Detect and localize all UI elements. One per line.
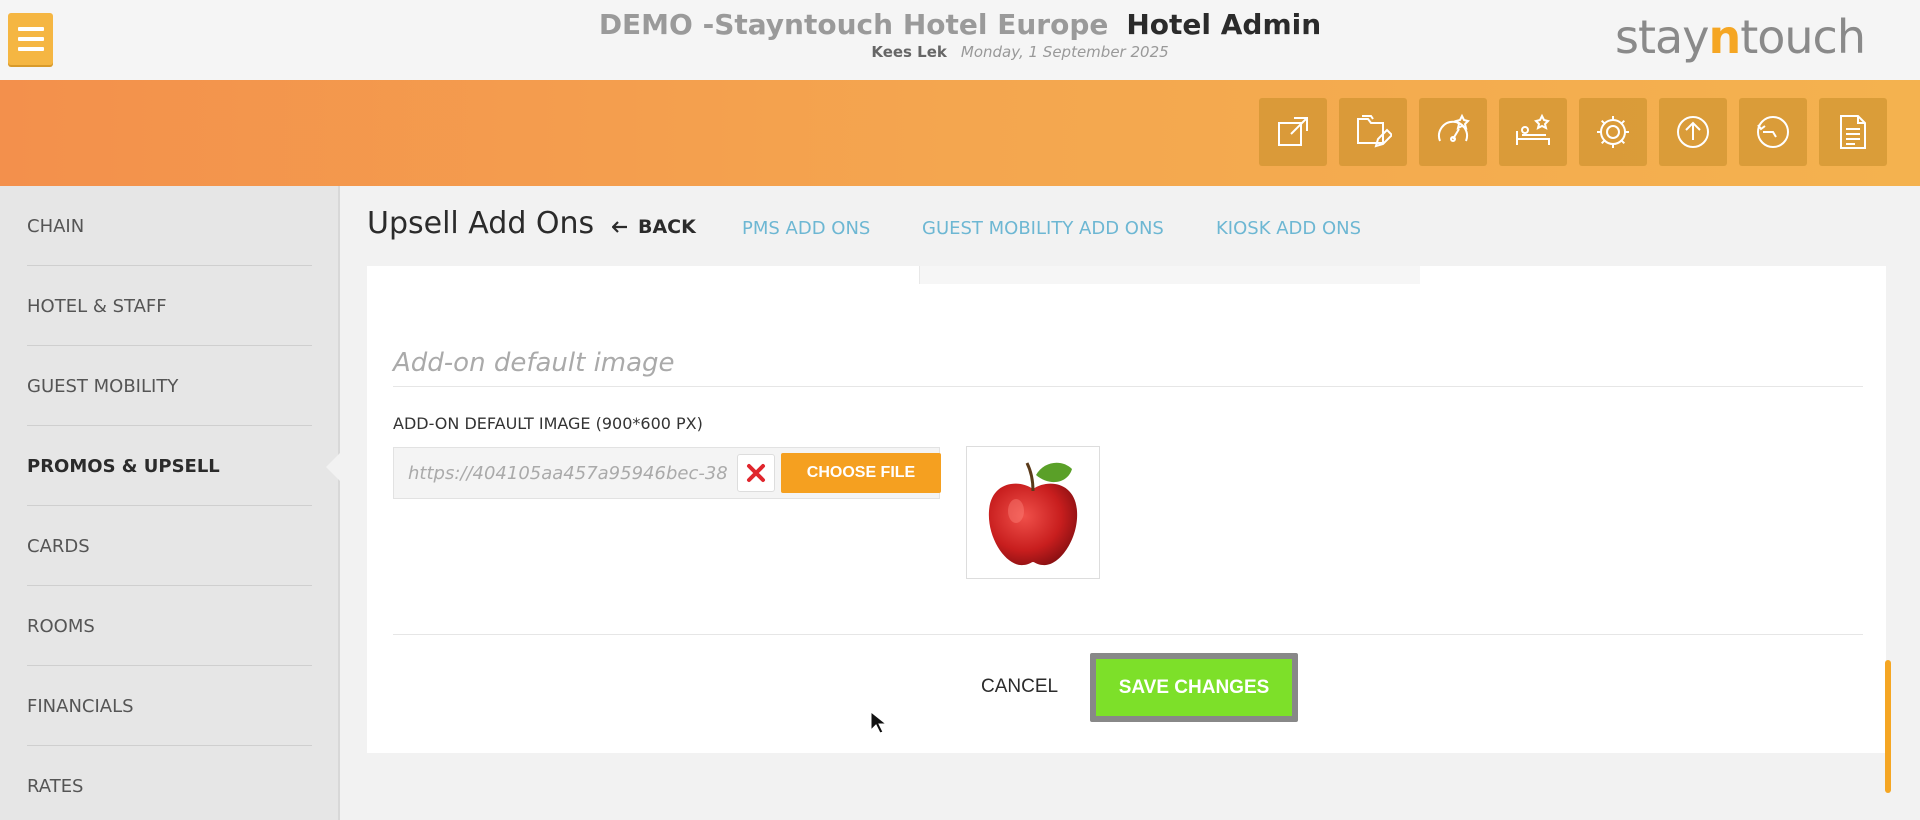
cancel-button[interactable]: CANCEL: [981, 676, 1058, 698]
folder-edit-icon[interactable]: [1339, 98, 1407, 166]
upload-circle-icon[interactable]: [1659, 98, 1727, 166]
mouse-cursor-icon: [870, 711, 886, 734]
sidebar: CHAIN HOTEL & STAFF GUEST MOBILITY PROMO…: [0, 186, 340, 820]
sidebar-item-cards[interactable]: CARDS: [0, 506, 340, 586]
sidebar-item-hotel-staff[interactable]: HOTEL & STAFF: [0, 266, 340, 346]
sidebar-item-rooms[interactable]: ROOMS: [0, 586, 340, 666]
user-name: Kees Lek: [871, 43, 947, 61]
sidebar-item-guest-mobility[interactable]: GUEST MOBILITY: [0, 346, 340, 426]
dashboard-star-icon[interactable]: [1419, 98, 1487, 166]
image-url-input[interactable]: https://404105aa457a95946bec-3896: [408, 463, 728, 484]
form-card: Add-on default image ADD-ON DEFAULT IMAG…: [367, 266, 1886, 753]
tab-guest-mobility-add-ons[interactable]: GUEST MOBILITY ADD ONS: [922, 218, 1164, 239]
stayntouch-logo: stayntouch: [1615, 10, 1866, 64]
choose-file-button[interactable]: CHOOSE FILE: [781, 453, 941, 493]
document-icon[interactable]: [1819, 98, 1887, 166]
image-file-field: https://404105aa457a95946bec-3896 CHOOSE…: [393, 447, 941, 499]
hotel-name: DEMO -Stayntouch Hotel Europe: [598, 8, 1109, 41]
top-bar: DEMO -Stayntouch Hotel Europe Hotel Admin…: [0, 0, 1920, 80]
image-field-label: ADD-ON DEFAULT IMAGE (900*600 PX): [393, 414, 703, 433]
sidebar-item-financials[interactable]: FINANCIALS: [0, 666, 340, 746]
clear-image-button[interactable]: [737, 454, 775, 492]
tab-pms-add-ons[interactable]: PMS ADD ONS: [742, 218, 870, 239]
page-header: Upsell Add Ons BACK PMS ADD ONS GUEST MO…: [342, 186, 1920, 266]
sidebar-item-rates[interactable]: RATES: [0, 746, 340, 820]
app-name: Hotel Admin: [1126, 8, 1322, 41]
scrollbar[interactable]: [1885, 660, 1891, 793]
external-link-icon[interactable]: [1259, 98, 1327, 166]
tab-kiosk-add-ons[interactable]: KIOSK ADD ONS: [1216, 218, 1361, 239]
active-indicator: [326, 451, 342, 483]
save-changes-button[interactable]: SAVE CHANGES: [1090, 653, 1298, 722]
apple-image: [988, 461, 1078, 565]
current-date: Monday, 1 September 2025: [960, 43, 1169, 61]
close-icon: [747, 464, 765, 482]
gear-icon[interactable]: [1579, 98, 1647, 166]
page-title: Upsell Add Ons: [367, 206, 595, 241]
sidebar-item-chain[interactable]: CHAIN: [0, 186, 340, 266]
history-icon[interactable]: [1739, 98, 1807, 166]
sidebar-item-promos-upsell[interactable]: PROMOS & UPSELL: [0, 426, 340, 506]
image-preview: [966, 446, 1100, 579]
back-button[interactable]: BACK: [612, 216, 696, 238]
arrow-left-icon: [612, 221, 627, 233]
bed-star-icon[interactable]: [1499, 98, 1567, 166]
section-title: Add-on default image: [393, 348, 675, 378]
